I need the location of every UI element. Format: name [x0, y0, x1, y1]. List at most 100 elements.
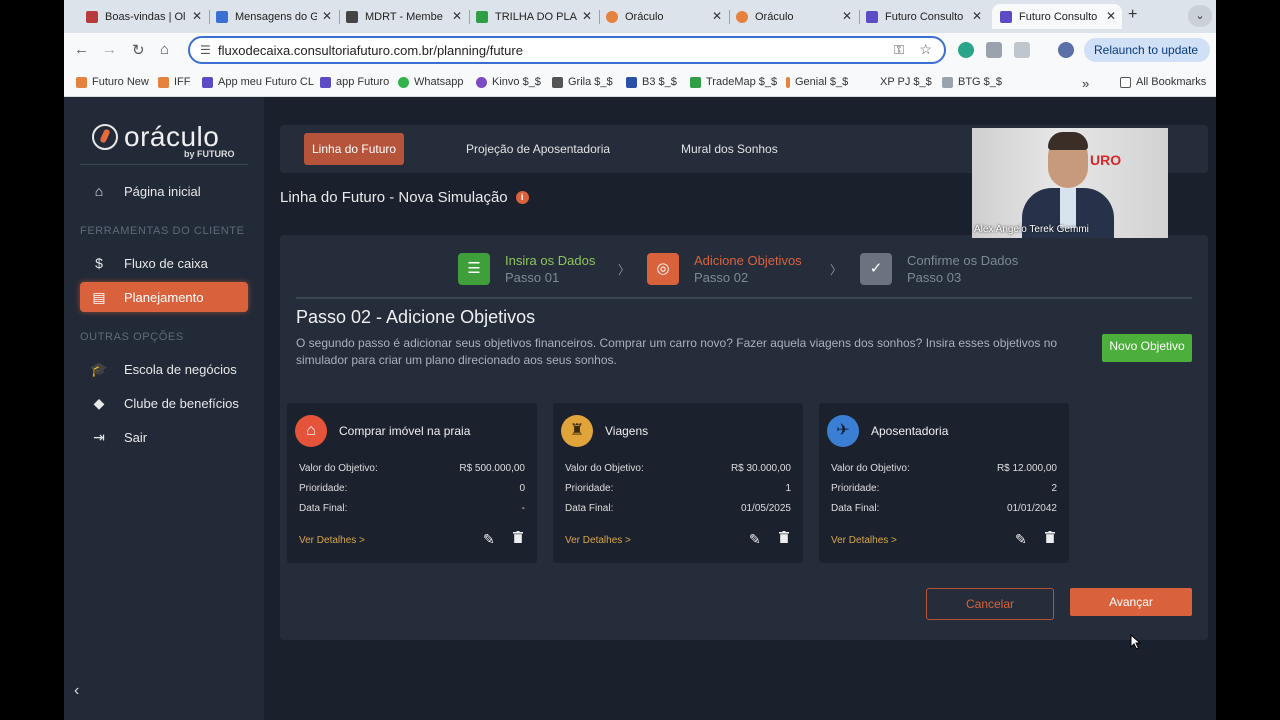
bookmark-item[interactable]: App meu Futuro CL — [202, 76, 314, 88]
logo-subtitle: by FUTURO — [184, 149, 235, 159]
tab-title: Futuro Consulto — [885, 10, 964, 23]
cancel-button[interactable]: Cancelar — [926, 588, 1054, 620]
tab-title: TRILHA DO PLA — [495, 10, 577, 23]
tab-projecao-aposentadoria[interactable]: Projeção de Aposentadoria — [458, 133, 618, 165]
chevron-right-icon: 〉 — [618, 263, 631, 277]
new-tab-plus-icon[interactable]: + — [1128, 6, 1137, 24]
next-button[interactable]: Avançar — [1070, 588, 1192, 616]
tab-favicon-icon — [476, 10, 488, 23]
objective-priority-row: Prioridade: 2 — [831, 483, 1057, 494]
tab-favicon-icon — [216, 10, 228, 23]
close-icon[interactable]: ✕ — [452, 9, 462, 23]
browser-tab[interactable]: Oráculo ✕ — [728, 4, 858, 29]
bookmark-item[interactable]: Futuro New — [76, 76, 149, 88]
step-2[interactable]: ◎ Adicione Objetivos Passo 02 — [647, 253, 802, 285]
all-bookmarks-button[interactable]: All Bookmarks — [1120, 76, 1206, 88]
tab-title: Oráculo — [625, 10, 664, 23]
bookmark-item[interactable]: Kinvo $_$ — [476, 76, 541, 88]
bookmark-item[interactable]: TradeMap $_$ — [690, 76, 777, 88]
row-value: - — [521, 503, 525, 514]
profile-avatar-icon[interactable] — [1058, 42, 1074, 58]
relaunch-button[interactable]: Relaunch to update ⋮ — [1084, 38, 1210, 81]
reload-icon[interactable]: ↻ — [132, 41, 145, 59]
tab-search-chevron-icon[interactable]: ⌄ — [1188, 5, 1212, 27]
back-arrow-icon[interactable]: ← — [74, 41, 89, 58]
dollar-icon: $ — [95, 255, 103, 271]
edit-pencil-icon[interactable]: ✎ — [749, 531, 761, 548]
address-bar[interactable]: ☰ fluxodecaixa.consultoriafuturo.com.br/… — [188, 36, 946, 64]
browser-tab[interactable]: Boas-vindas | Ol ✕ — [78, 4, 208, 29]
bookmark-favicon-icon — [320, 76, 331, 88]
tab-favicon-icon — [866, 10, 878, 23]
bookmark-item[interactable]: Whatsapp — [398, 76, 464, 88]
bookmark-item[interactable]: XP PJ $_$ — [864, 76, 932, 88]
browser-tab-active[interactable]: Futuro Consulto ✕ — [992, 4, 1122, 29]
bookmark-label: App meu Futuro CL — [218, 76, 314, 88]
sidebar-item-home[interactable]: ⌂ Página inicial — [80, 176, 248, 206]
step-title: Insira os Dados — [505, 253, 596, 268]
view-details-link[interactable]: Ver Detalhes > — [299, 535, 365, 546]
section-title: Passo 02 - Adicione Objetivos — [296, 307, 536, 327]
url-text: fluxodecaixa.consultoriafuturo.com.br/pl… — [218, 43, 523, 58]
bookmark-item[interactable]: app Futuro — [320, 76, 389, 88]
bookmark-item[interactable]: Grila $_$ — [552, 76, 613, 88]
sidebar-item-business-school[interactable]: 🎓 Escola de negócios — [80, 354, 248, 384]
bookmark-item[interactable]: BTG $_$ — [942, 76, 1002, 88]
bookmark-item[interactable]: B3 $_$ — [626, 76, 677, 88]
video-call-overlay[interactable]: URO Alex Angelo Terek Gemmi — [972, 128, 1168, 238]
browser-tab[interactable]: MDRT - Membe ✕ — [338, 4, 468, 29]
objective-date-row: Data Final: 01/05/2025 — [565, 503, 791, 514]
close-icon[interactable]: ✕ — [972, 9, 982, 23]
sidebar-item-label: Escola de negócios — [124, 361, 237, 377]
close-icon[interactable]: ✕ — [712, 9, 722, 23]
app-logo[interactable]: oráculo by FUTURO — [92, 117, 235, 159]
collapse-sidebar-chevron-icon[interactable]: ‹ — [74, 682, 79, 700]
tab-mural-dos-sonhos[interactable]: Mural dos Sonhos — [673, 133, 786, 165]
browser-tab[interactable]: Futuro Consulto ✕ — [858, 4, 988, 29]
tab-linha-do-futuro[interactable]: Linha do Futuro — [304, 133, 405, 165]
extensions-puzzle-icon[interactable] — [1014, 42, 1030, 58]
password-key-icon[interactable]: ⚿ — [894, 42, 904, 58]
close-icon[interactable]: ✕ — [842, 9, 852, 23]
sidebar-item-planning[interactable]: ▤ Planejamento — [80, 282, 248, 312]
site-info-icon[interactable]: ☰ — [200, 43, 211, 57]
sidebar-item-cashflow[interactable]: $ Fluxo de caixa — [80, 248, 248, 278]
more-bookmarks-chevron-icon[interactable]: » — [1082, 76, 1089, 91]
bookmark-label: TradeMap $_$ — [706, 76, 778, 88]
close-icon[interactable]: ✕ — [582, 9, 592, 23]
view-details-link[interactable]: Ver Detalhes > — [831, 535, 897, 546]
browser-tab[interactable]: Oráculo ✕ — [598, 4, 728, 29]
trash-icon[interactable] — [779, 531, 789, 543]
oraculo-logo-icon — [92, 124, 118, 150]
step-1[interactable]: ☰ Insira os Dados Passo 01 — [458, 253, 595, 285]
tab-title: Boas-vindas | Ol — [105, 10, 186, 23]
close-icon[interactable]: ✕ — [322, 9, 332, 23]
view-details-link[interactable]: Ver Detalhes > — [565, 535, 631, 546]
tab-title: Oráculo — [755, 10, 794, 23]
sidebar-item-exit[interactable]: ⇥ Sair — [80, 422, 248, 452]
extension-icon[interactable] — [958, 42, 974, 58]
objective-value-row: Valor do Objetivo: R$ 500.000,00 — [299, 463, 525, 474]
sidebar-item-benefits-club[interactable]: ◆ Clube de benefícios — [80, 388, 248, 418]
trash-icon[interactable] — [513, 531, 523, 543]
edit-pencil-icon[interactable]: ✎ — [483, 531, 495, 548]
browser-tab[interactable]: Mensagens do G ✕ — [208, 4, 338, 29]
bookmark-favicon-icon — [552, 76, 563, 88]
close-icon[interactable]: ✕ — [1106, 9, 1116, 23]
close-icon[interactable]: ✕ — [192, 9, 202, 23]
step-3[interactable]: ✓ Confirme os Dados Passo 03 — [860, 253, 1018, 285]
bookmark-item[interactable]: IFF — [158, 76, 191, 88]
tab-favicon-icon — [346, 10, 358, 23]
trash-icon[interactable] — [1045, 531, 1055, 543]
browser-tab[interactable]: TRILHA DO PLA ✕ — [468, 4, 598, 29]
home-icon[interactable]: ⌂ — [160, 41, 169, 58]
extension-icon[interactable] — [986, 42, 1002, 58]
objective-date-row: Data Final: - — [299, 503, 525, 514]
bookmark-star-icon[interactable]: ☆ — [919, 41, 932, 58]
info-icon[interactable]: i — [515, 191, 529, 204]
edit-pencil-icon[interactable]: ✎ — [1015, 531, 1027, 548]
forward-arrow-icon[interactable]: → — [102, 41, 117, 58]
new-objective-button[interactable]: Novo Objetivo — [1102, 334, 1192, 362]
bookmark-item[interactable]: Genial $_$ — [786, 76, 848, 88]
sidebar-item-label: Sair — [124, 429, 148, 445]
